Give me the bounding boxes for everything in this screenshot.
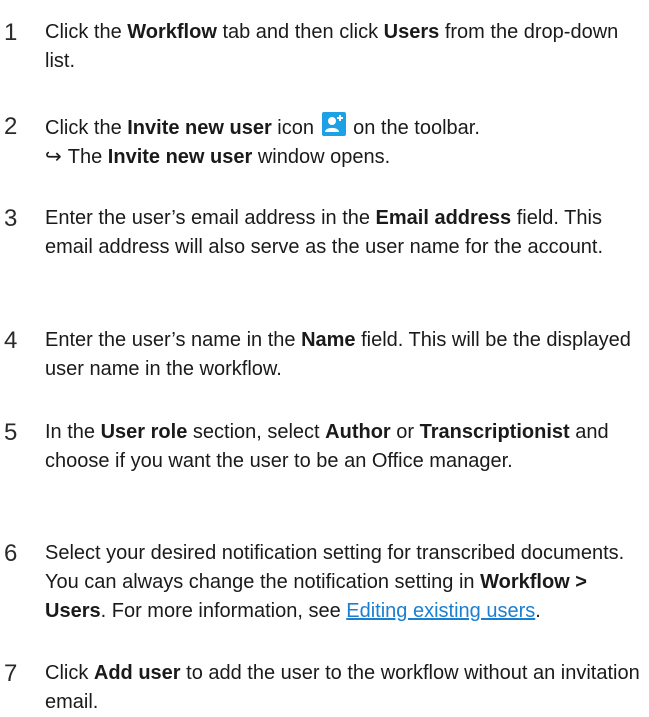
text-segment: icon [271, 117, 320, 139]
text-segment: tab and then click [216, 21, 384, 43]
text-segment: Click [45, 662, 94, 684]
ui-term-user-role: User role [100, 421, 188, 443]
step-text: In the User role section, select Author … [45, 418, 640, 476]
step-result: ↪ The Invite new user window opens. [45, 143, 640, 172]
ui-term-email-address: Email address [375, 207, 512, 229]
text-segment: Click the [45, 117, 128, 139]
step-text: Enter the user’s email address in the Em… [45, 204, 640, 262]
ui-term-transcriptionist: Transcriptionist [419, 421, 570, 443]
text-segment: window opens. [252, 146, 391, 168]
invite-new-user-icon [321, 112, 346, 136]
text-segment: Enter the user’s name in the [45, 329, 302, 351]
text-segment: Enter the user’s email address in the [45, 207, 376, 229]
ui-term-workflow: Workflow [127, 21, 217, 43]
result-arrow-icon: ↪ [45, 146, 62, 168]
ui-term-invite-new-user: Invite new user [107, 146, 253, 168]
step-number: 5 [4, 419, 18, 446]
text-segment: on the toolbar. [347, 117, 480, 139]
step-number: 6 [4, 540, 18, 567]
step-text: Click Add user to add the user to the wo… [45, 659, 640, 717]
ui-term-name: Name [301, 329, 356, 351]
step-number: 3 [4, 205, 18, 232]
ui-term-author: Author [325, 421, 391, 443]
text-segment: In the [45, 421, 101, 443]
step-text: Enter the user’s name in the Name field.… [45, 326, 640, 384]
ui-term-add-user: Add user [93, 662, 181, 684]
text-segment: Click the [45, 21, 128, 43]
editing-existing-users-link[interactable]: Editing existing users [346, 600, 535, 622]
text-segment: section, select [187, 421, 326, 443]
step-number: 2 [4, 113, 18, 140]
step-number: 4 [4, 327, 18, 354]
text-segment: or [390, 421, 420, 443]
text-segment: . For more information, see [100, 600, 347, 622]
step-text: Click the Workflow tab and then click Us… [45, 18, 640, 76]
text-segment: The [67, 146, 108, 168]
step-number: 1 [4, 19, 18, 46]
step-number: 7 [4, 660, 18, 687]
ui-term-users: Users [383, 21, 440, 43]
ui-term-invite-new-user: Invite new user [127, 117, 272, 139]
instruction-steps: 1 Click the Workflow tab and then click … [0, 0, 649, 713]
step-text: Select your desired notification setting… [45, 539, 640, 626]
step-text: Click the Invite new user icon on the to… [45, 112, 640, 172]
text-segment: . [535, 600, 541, 622]
